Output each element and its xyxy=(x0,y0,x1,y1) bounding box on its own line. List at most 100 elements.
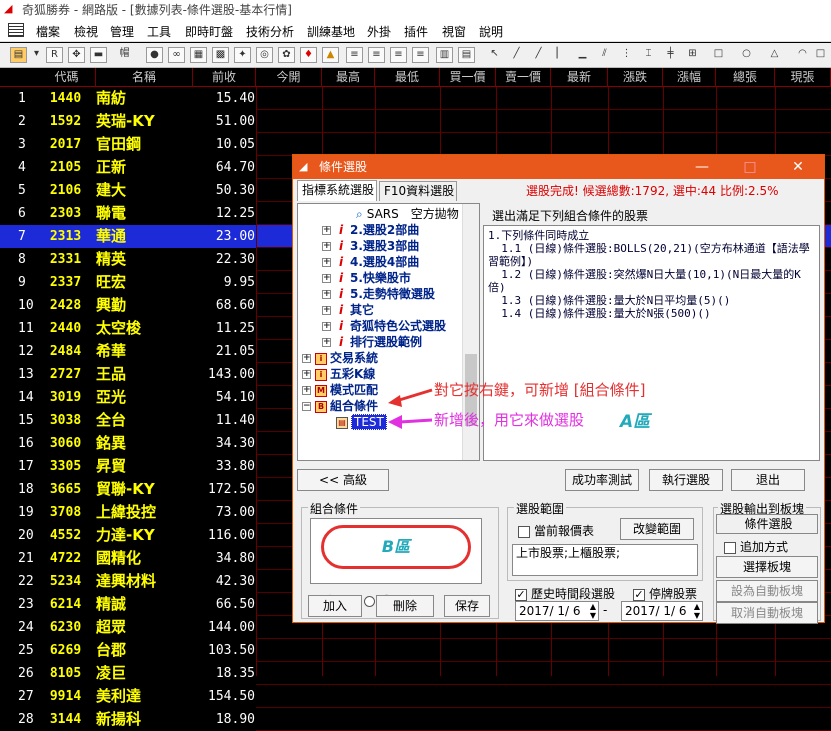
warning-icon[interactable]: ▲ xyxy=(322,47,339,63)
col-low[interactable]: 最低 xyxy=(375,68,440,87)
cursor-icon[interactable]: ↖ xyxy=(486,47,503,63)
suspended-stock-checkbox[interactable]: ✓ 停牌股票 xyxy=(633,585,697,602)
menu-window[interactable]: 視窗 xyxy=(442,23,466,40)
col-code[interactable]: 代碼 xyxy=(38,68,96,87)
expand-icon[interactable]: + xyxy=(302,354,311,363)
menu-tech-analysis[interactable]: 技術分析 xyxy=(246,23,294,40)
tree-item-combo-condition[interactable]: − B 組合條件 xyxy=(302,398,378,414)
range-value-field[interactable]: 上市股票;上櫃股票; xyxy=(512,544,698,576)
list-icon[interactable]: ≡ xyxy=(412,47,429,63)
collapse-icon[interactable]: − xyxy=(302,402,311,411)
tree-item-step4[interactable]: + i 4.選股4部曲 xyxy=(322,254,419,270)
board-icon[interactable]: ▦ xyxy=(190,47,207,63)
line-icon[interactable]: ⫽ xyxy=(596,47,613,63)
alarm-icon[interactable]: ◎ xyxy=(256,47,273,63)
date-from-field[interactable]: 2017/ 1/ 6 ▲ ▼ xyxy=(515,601,599,621)
tab-indicator-screener[interactable]: 指標系統選股 xyxy=(297,180,377,201)
current-report-checkbox[interactable]: 當前報價表 xyxy=(518,522,594,539)
table-row[interactable]: 25 6269 台郡 103.50 xyxy=(0,639,831,662)
arc-icon[interactable]: ◠ xyxy=(794,47,811,63)
menu-training[interactable]: 訓練基地 xyxy=(307,23,355,40)
hat-icon[interactable]: 帽 xyxy=(116,47,133,63)
close-icon[interactable]: ✕ xyxy=(776,155,820,179)
tree-item-color-k[interactable]: + i 五彩K線 xyxy=(302,366,375,382)
chart-icon[interactable]: ▥ xyxy=(436,47,453,63)
expand-icon[interactable]: + xyxy=(322,306,331,315)
tree-item-trend-features[interactable]: + i 5.走勢特徵選股 xyxy=(322,286,435,302)
spin-icon[interactable]: ▲ ▼ xyxy=(590,602,596,620)
line-icon[interactable]: ▁ xyxy=(574,47,591,63)
exit-button[interactable]: 退出 xyxy=(731,469,805,491)
line-icon[interactable]: ⋮ xyxy=(618,47,635,63)
table-row[interactable]: 2 1592 英瑞-KY 51.00 xyxy=(0,110,831,133)
tree-item-happy-market[interactable]: + i 5.快樂股市 xyxy=(322,270,411,286)
calculator-icon[interactable]: ▩ xyxy=(212,47,229,63)
col-high[interactable]: 最高 xyxy=(322,68,375,87)
change-range-button[interactable]: 改變範圍 xyxy=(620,518,694,540)
table-row[interactable]: 26 8105 凌巨 18.35 xyxy=(0,662,831,685)
line-icon[interactable]: ⊞ xyxy=(684,47,701,63)
success-test-button[interactable]: 成功率測試 xyxy=(565,469,639,491)
expand-icon[interactable]: + xyxy=(322,322,331,331)
output-board-field[interactable]: 條件選股 xyxy=(716,514,818,534)
tree-item-step2[interactable]: + i 2.選股2部曲 xyxy=(322,222,419,238)
list-icon[interactable]: ≡ xyxy=(346,47,363,63)
bell-icon[interactable]: ♦ xyxy=(300,47,317,63)
dropdown-icon[interactable]: ▾ xyxy=(28,47,45,63)
col-ask[interactable]: 賣一價 xyxy=(496,68,551,87)
rst-icon[interactable]: R xyxy=(46,47,63,63)
minimize-icon[interactable]: — xyxy=(680,155,724,179)
line-icon[interactable]: ╪ xyxy=(662,47,679,63)
date-to-field[interactable]: 2017/ 1/ 6 ▲ ▼ xyxy=(621,601,703,621)
expand-icon[interactable]: + xyxy=(302,386,311,395)
table-row[interactable]: 28 3144 新揚科 18.90 xyxy=(0,708,831,731)
history-period-checkbox[interactable]: ✓ 歷史時間段選股 xyxy=(515,585,615,602)
expand-icon[interactable]: + xyxy=(322,290,331,299)
tree-item-ranking-examples[interactable]: + i 排行選股範例 xyxy=(322,334,422,350)
move-icon[interactable]: ✥ xyxy=(68,47,85,63)
line-icon[interactable]: ▏ xyxy=(552,47,569,63)
color-icon[interactable]: ✦ xyxy=(234,47,251,63)
menu-addon[interactable]: 插件 xyxy=(404,23,428,40)
col-change-pct[interactable]: 漲幅 xyxy=(663,68,716,87)
col-change[interactable]: 漲跌 xyxy=(608,68,663,87)
select-board-button[interactable]: 選擇板塊 xyxy=(716,556,818,578)
expand-icon[interactable]: + xyxy=(302,370,311,379)
run-screener-button[interactable]: 執行選股 xyxy=(649,469,723,491)
menu-realtime[interactable]: 即時盯盤 xyxy=(185,23,233,40)
open-icon[interactable]: ▤ xyxy=(10,47,27,63)
list-icon[interactable]: ≡ xyxy=(390,47,407,63)
spin-icon[interactable]: ▲ ▼ xyxy=(694,602,700,620)
col-last[interactable]: 最新 xyxy=(551,68,608,87)
glasses-icon[interactable]: ∞ xyxy=(168,47,185,63)
rect-icon[interactable]: □ xyxy=(710,47,727,63)
circle-icon[interactable]: ○ xyxy=(738,47,755,63)
menu-plugin[interactable]: 外掛 xyxy=(367,23,391,40)
advanced-button[interactable]: << 高級 xyxy=(297,469,389,491)
tree-item-step3[interactable]: + i 3.選股3部曲 xyxy=(322,238,419,254)
col-total-volume[interactable]: 總張 xyxy=(716,68,775,87)
menu-tools[interactable]: 工具 xyxy=(147,23,171,40)
triangle-icon[interactable]: △ xyxy=(766,47,783,63)
tab-f10-screener[interactable]: F10資料選股 xyxy=(379,181,457,201)
chart-icon[interactable]: ▤ xyxy=(458,47,475,63)
menu-help[interactable]: 說明 xyxy=(479,23,503,40)
delete-button[interactable]: 刪除 xyxy=(376,595,434,617)
combo-condition-box[interactable]: B區 xyxy=(310,518,482,584)
line-icon[interactable]: ╱ xyxy=(508,47,525,63)
line-icon[interactable]: ⌶ xyxy=(640,47,657,63)
tree-item-special-formula[interactable]: + i 奇狐特色公式選股 xyxy=(322,318,446,334)
tree-item-other[interactable]: + i 其它 xyxy=(322,302,374,318)
col-open[interactable]: 今開 xyxy=(256,68,322,87)
expand-icon[interactable]: + xyxy=(322,226,331,235)
menu-manage[interactable]: 管理 xyxy=(110,23,134,40)
append-mode-checkbox[interactable]: 追加方式 xyxy=(724,538,788,555)
tree-item-pattern-match[interactable]: + M 模式匹配 xyxy=(302,382,378,398)
col-name[interactable]: 名稱 xyxy=(96,68,193,87)
menu-view[interactable]: 檢視 xyxy=(74,23,98,40)
table-row[interactable]: 3 2017 官田鋼 10.05 xyxy=(0,133,831,156)
bell-icon[interactable]: ✿ xyxy=(278,47,295,63)
table-row[interactable]: 1 1440 南紡 15.40 xyxy=(0,87,831,110)
tree-item-trading-system[interactable]: + i 交易系統 xyxy=(302,350,378,366)
expand-icon[interactable]: + xyxy=(322,338,331,347)
